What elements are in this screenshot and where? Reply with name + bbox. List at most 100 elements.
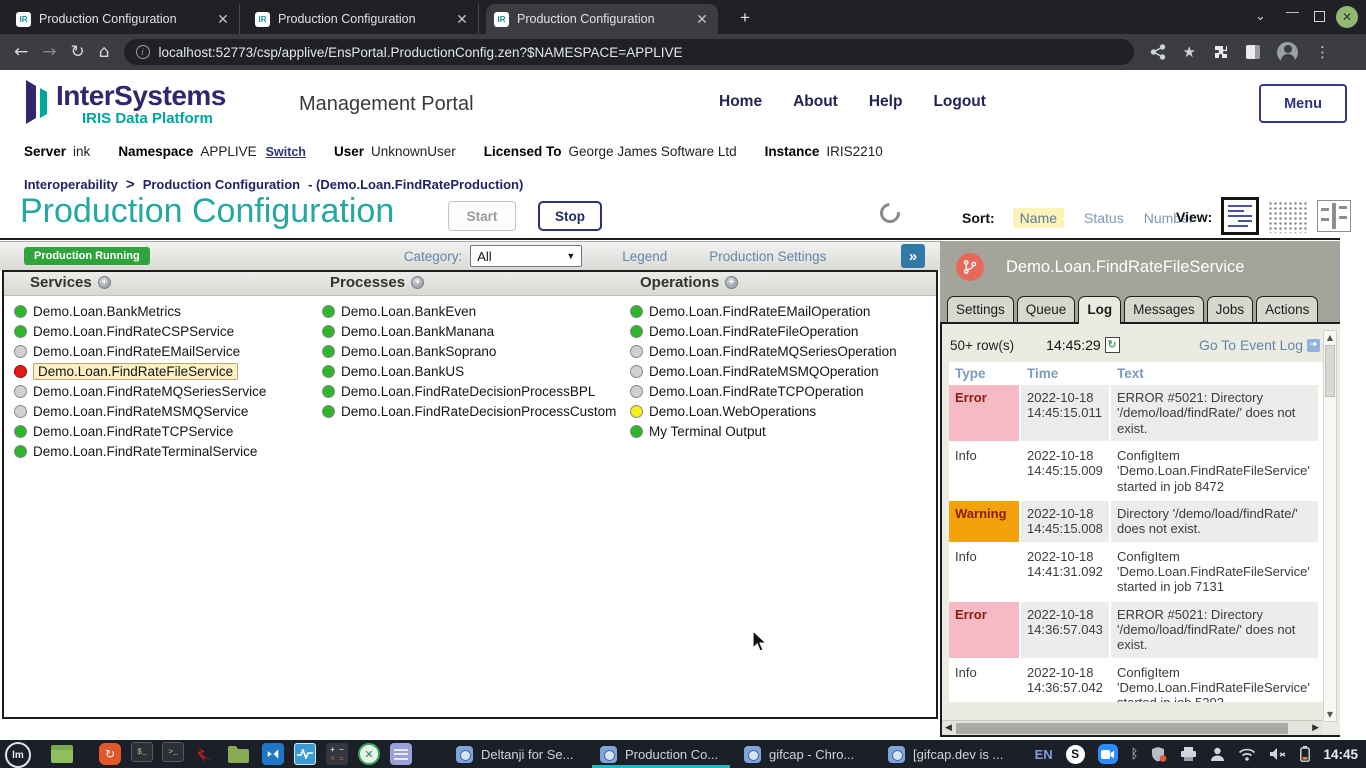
config-item[interactable]: Demo.Loan.WebOperations bbox=[630, 401, 897, 421]
config-item-name[interactable]: Demo.Loan.BankManana bbox=[341, 324, 494, 339]
config-item-name[interactable]: Demo.Loan.BankMetrics bbox=[33, 304, 181, 319]
window-close-icon[interactable]: ✕ bbox=[1336, 6, 1358, 28]
orange-app-icon[interactable]: ↻ bbox=[98, 742, 122, 766]
log-header-text[interactable]: Text bbox=[1111, 362, 1320, 385]
panel-tab-queue[interactable]: Queue bbox=[1017, 296, 1076, 322]
taskbar-window-button[interactable]: Deltanji for Se... bbox=[448, 740, 586, 768]
tab-close-icon[interactable]: ✕ bbox=[215, 11, 231, 28]
monitor-app-icon[interactable] bbox=[293, 742, 317, 766]
scroll-right-icon[interactable]: ▶ bbox=[1312, 723, 1319, 733]
config-item[interactable]: Demo.Loan.BankManana bbox=[322, 321, 616, 341]
panel-tab-actions[interactable]: Actions bbox=[1256, 296, 1318, 322]
config-item[interactable]: Demo.Loan.FindRateMQSeriesOperation bbox=[630, 341, 897, 361]
config-item-name[interactable]: My Terminal Output bbox=[649, 424, 766, 439]
config-item[interactable]: My Terminal Output bbox=[630, 421, 897, 441]
menu-kebab-icon[interactable]: ⋮ bbox=[1315, 43, 1330, 61]
log-row[interactable]: Info2022-10-18 14:45:15.009ConfigItem 'D… bbox=[949, 443, 1324, 501]
new-tab-icon[interactable]: + bbox=[740, 8, 750, 28]
config-item-name[interactable]: Demo.Loan.BankEven bbox=[341, 304, 476, 319]
red-app-icon[interactable] bbox=[193, 742, 217, 766]
volume-muted-icon[interactable] bbox=[1269, 747, 1287, 761]
add-item-icon[interactable]: + bbox=[725, 276, 738, 289]
restore-icon[interactable] bbox=[1314, 11, 1325, 22]
config-item-name[interactable]: Demo.Loan.FindRateTCPOperation bbox=[649, 384, 864, 399]
taskbar-window-button[interactable]: [gifcap.dev is ... bbox=[880, 740, 1018, 768]
config-item[interactable]: Demo.Loan.FindRateDecisionProcessCustom bbox=[322, 401, 616, 421]
config-item[interactable]: Demo.Loan.FindRateTerminalService bbox=[14, 441, 266, 461]
add-item-icon[interactable]: + bbox=[411, 276, 424, 289]
config-item[interactable]: Demo.Loan.FindRateTCPOperation bbox=[630, 381, 897, 401]
view-grid-icon[interactable] bbox=[1268, 201, 1308, 233]
config-item-name[interactable]: Demo.Loan.FindRateEMailOperation bbox=[649, 304, 870, 319]
log-vertical-scrollbar[interactable]: ▲ ▼ bbox=[1323, 330, 1337, 722]
log-row[interactable]: Warning2022-10-18 14:45:15.008Directory … bbox=[949, 501, 1324, 544]
config-item-name[interactable]: Demo.Loan.BankUS bbox=[341, 364, 464, 379]
config-item-name[interactable]: Demo.Loan.FindRateDecisionProcessBPL bbox=[341, 384, 595, 399]
user-session-icon[interactable] bbox=[1210, 747, 1225, 762]
breadcrumb-root[interactable]: Interoperability bbox=[24, 177, 118, 192]
x-circle-app-icon[interactable]: ✕ bbox=[357, 742, 381, 766]
taskbar-window-button[interactable]: gifcap - Chro... bbox=[736, 740, 874, 768]
config-item-name[interactable]: Demo.Loan.FindRateMQSeriesOperation bbox=[649, 344, 897, 359]
panel-tab-messages[interactable]: Messages bbox=[1124, 296, 1204, 322]
zoom-icon[interactable] bbox=[1098, 744, 1118, 764]
minimize-icon[interactable]: — bbox=[1286, 4, 1299, 19]
notes-app-icon[interactable] bbox=[389, 742, 413, 766]
config-item-name[interactable]: Demo.Loan.FindRateEMailService bbox=[33, 344, 240, 359]
sort-option-status[interactable]: Status bbox=[1084, 210, 1124, 226]
printer-icon[interactable] bbox=[1180, 747, 1197, 762]
wifi-icon[interactable] bbox=[1238, 748, 1256, 761]
skype-icon[interactable]: S bbox=[1066, 745, 1085, 764]
panel-tab-settings[interactable]: Settings bbox=[947, 296, 1014, 322]
log-row[interactable]: Info2022-10-18 14:36:57.042ConfigItem 'D… bbox=[949, 660, 1324, 702]
nav-link-help[interactable]: Help bbox=[869, 93, 903, 111]
legend-link[interactable]: Legend bbox=[622, 249, 667, 264]
config-item-name[interactable]: Demo.Loan.FindRateCSPService bbox=[33, 324, 234, 339]
back-icon[interactable]: ← bbox=[14, 42, 28, 62]
reload-icon[interactable]: ↻ bbox=[71, 42, 85, 62]
log-row[interactable]: Error2022-10-18 14:36:57.043ERROR #5021:… bbox=[949, 602, 1324, 660]
battery-icon[interactable] bbox=[1300, 746, 1310, 762]
config-item-name[interactable]: Demo.Loan.FindRateFileOperation bbox=[649, 324, 858, 339]
refresh-spinner-icon[interactable] bbox=[876, 199, 904, 227]
bookmark-star-icon[interactable]: ★ bbox=[1183, 43, 1196, 61]
config-item-name[interactable]: Demo.Loan.FindRateMSMQOperation bbox=[649, 364, 879, 379]
config-item[interactable]: Demo.Loan.FindRateTCPService bbox=[14, 421, 266, 441]
browser-tab[interactable]: IRProduction Configuration✕ bbox=[8, 4, 240, 34]
share-icon[interactable] bbox=[1150, 44, 1166, 60]
log-header-time[interactable]: Time bbox=[1021, 362, 1111, 385]
config-item-name[interactable]: Demo.Loan.BankSoprano bbox=[341, 344, 496, 359]
forward-icon[interactable]: → bbox=[42, 42, 56, 62]
log-header-type[interactable]: Type bbox=[949, 362, 1021, 385]
browser-tab[interactable]: IRProduction Configuration✕ bbox=[486, 4, 718, 34]
config-item[interactable]: Demo.Loan.FindRateMSMQService bbox=[14, 401, 266, 421]
nav-link-home[interactable]: Home bbox=[719, 93, 762, 111]
config-item-name[interactable]: Demo.Loan.FindRateDecisionProcessCustom bbox=[341, 404, 616, 419]
config-item[interactable]: Demo.Loan.FindRateFileService bbox=[14, 361, 266, 381]
side-panel-icon[interactable] bbox=[1246, 45, 1260, 59]
breadcrumb-page[interactable]: Production Configuration bbox=[143, 177, 300, 192]
config-item-name[interactable]: Demo.Loan.FindRateMSMQService bbox=[33, 404, 248, 419]
visual-studio-icon[interactable] bbox=[261, 742, 285, 766]
category-select[interactable]: All ▼ bbox=[470, 245, 582, 267]
go-to-event-log-link[interactable]: Go To Event Log ➜ bbox=[1199, 337, 1320, 353]
browser-tab[interactable]: IRProduction Configuration✕ bbox=[247, 4, 479, 34]
config-item[interactable]: Demo.Loan.FindRateDecisionProcessBPL bbox=[322, 381, 616, 401]
url-bar[interactable]: i localhost:52773/csp/applive/EnsPortal.… bbox=[124, 39, 1134, 65]
config-item[interactable]: Demo.Loan.FindRateMSMQOperation bbox=[630, 361, 897, 381]
config-item[interactable]: Demo.Loan.FindRateMQSeriesService bbox=[14, 381, 266, 401]
scroll-up-icon[interactable]: ▲ bbox=[1324, 333, 1336, 342]
stop-button[interactable]: Stop bbox=[538, 201, 602, 231]
add-item-icon[interactable]: + bbox=[98, 276, 111, 289]
production-settings-link[interactable]: Production Settings bbox=[709, 249, 826, 264]
panel-tab-log[interactable]: Log bbox=[1078, 296, 1121, 324]
menu-button[interactable]: Menu bbox=[1259, 84, 1347, 123]
view-list-icon[interactable] bbox=[1221, 197, 1259, 235]
calculator-app-icon[interactable]: +−×= bbox=[325, 742, 349, 766]
config-item-name[interactable]: Demo.Loan.FindRateTerminalService bbox=[33, 444, 257, 459]
log-row[interactable]: Info2022-10-18 14:41:31.092ConfigItem 'D… bbox=[949, 544, 1324, 602]
config-item[interactable]: Demo.Loan.BankEven bbox=[322, 301, 616, 321]
site-info-icon[interactable]: i bbox=[136, 45, 150, 59]
nav-link-about[interactable]: About bbox=[793, 93, 838, 111]
config-item[interactable]: Demo.Loan.FindRateEMailOperation bbox=[630, 301, 897, 321]
